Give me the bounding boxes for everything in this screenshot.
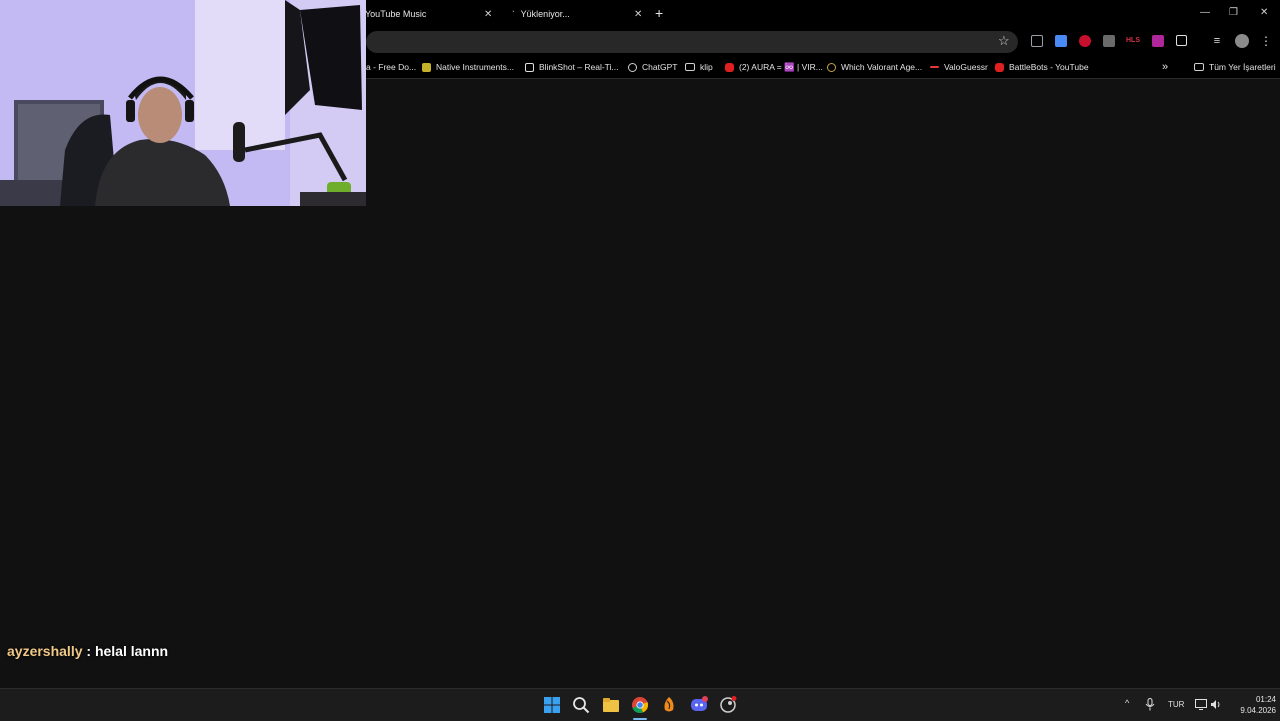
volume-icon[interactable] [1210, 699, 1222, 710]
tab-label: YouTube Music [365, 9, 427, 19]
media-icon[interactable]: ≡ [1211, 35, 1223, 47]
chat-username: ayzershally [7, 643, 83, 659]
search-icon[interactable] [572, 696, 590, 714]
folder-icon [1194, 63, 1204, 71]
all-bookmarks-button[interactable]: Tüm Yer İşaretleri [1194, 60, 1276, 74]
bookmark-label: a - Free Do... [366, 62, 417, 72]
fl-studio-icon[interactable] [660, 696, 678, 714]
bookmark-label: Native Instruments... [436, 62, 514, 72]
tab-youtube-music[interactable]: YouTube Music ✕ [365, 0, 500, 28]
new-tab-button[interactable]: + [655, 6, 663, 20]
bookmark-battlebots[interactable]: BattleBots - YouTube [995, 60, 1089, 74]
bookmark-klip[interactable]: klip [685, 60, 713, 74]
chrome-icon[interactable] [631, 696, 649, 714]
loading-spinner-icon: ˋ [512, 9, 515, 19]
all-bookmarks-label: Tüm Yer İşaretleri [1209, 62, 1276, 72]
minimize-button[interactable]: — [1200, 7, 1210, 18]
profile-avatar-icon[interactable] [1235, 34, 1249, 48]
ni-icon [422, 62, 431, 72]
restore-button[interactable]: ❐ [1229, 7, 1238, 18]
taskbar: ^ TUR 01:24 9.04.2026 [0, 688, 1280, 721]
tab-label: Yükleniyor... [520, 9, 570, 19]
close-icon[interactable]: ✕ [634, 9, 642, 20]
bookmark-blinkshot[interactable]: BlinkShot – Real-Ti... [525, 60, 619, 74]
file-explorer-icon[interactable] [602, 696, 620, 714]
system-clock[interactable]: 01:24 9.04.2026 [1228, 694, 1276, 716]
bookmark-valoguessr[interactable]: ValoGuessr [930, 60, 988, 74]
bookmarks-overflow-button[interactable]: » [1162, 60, 1168, 74]
screen-icon[interactable] [1031, 35, 1043, 47]
microphone-icon[interactable] [1145, 698, 1155, 711]
chat-message: ayzershally : helal lannn [7, 643, 168, 659]
discord-icon[interactable] [690, 696, 708, 714]
windows-start-icon[interactable] [543, 696, 561, 714]
valorant-icon [827, 62, 836, 72]
block-icon[interactable] [1079, 35, 1091, 47]
chat-text: helal lannn [94, 643, 169, 659]
chat-separator: : [82, 643, 95, 659]
folder-icon [685, 63, 695, 71]
network-icon[interactable] [1195, 699, 1207, 710]
bookmark-label: BattleBots - YouTube [1009, 62, 1089, 72]
bookmark-aura[interactable]: (2) AURA = ♾️ | VIR... [725, 60, 823, 74]
steam-icon[interactable] [719, 696, 737, 714]
bookmark-label: Which Valorant Age... [841, 62, 923, 72]
clock-date: 9.04.2026 [1240, 706, 1276, 715]
bookmark-free-do[interactable]: a - Free Do... [366, 60, 416, 74]
youtube-icon [995, 62, 1004, 72]
address-bar[interactable] [366, 31, 1018, 53]
menu-icon[interactable]: ⋮ [1260, 35, 1272, 47]
blinkshot-icon [525, 62, 534, 72]
bookmark-label: BlinkShot – Real-Ti... [539, 62, 619, 72]
hls-icon[interactable]: HLS [1124, 35, 1142, 47]
bookmark-chatgpt[interactable]: ChatGPT [628, 60, 677, 74]
bookmark-label: klip [700, 62, 713, 72]
bookmark-label: (2) AURA = ♾️ | VIR... [739, 61, 823, 72]
tab-loading[interactable]: ˋ Yükleniyor... ✕ [512, 0, 647, 28]
tray-chevron-icon[interactable]: ^ [1125, 698, 1129, 708]
translate-icon[interactable] [1055, 35, 1067, 47]
language-indicator[interactable]: TUR [1168, 700, 1184, 709]
youtube-icon [725, 62, 734, 72]
bookmark-which-valorant[interactable]: Which Valorant Age... [827, 60, 922, 74]
bookmark-star-icon[interactable]: ☆ [998, 33, 1010, 49]
close-icon[interactable]: ✕ [484, 9, 492, 20]
download-icon[interactable] [1103, 35, 1115, 47]
clock-time: 01:24 [1255, 695, 1276, 704]
webcam-image [0, 0, 366, 206]
bookmark-native-instruments[interactable]: Native Instruments... [422, 60, 514, 74]
close-window-button[interactable]: ✕ [1260, 7, 1268, 18]
webcam-overlay [0, 0, 366, 206]
bookmark-label: ValoGuessr [944, 62, 988, 72]
bookmark-label: ChatGPT [642, 62, 678, 72]
ext-purple-icon[interactable] [1152, 35, 1164, 47]
chatgpt-icon [628, 62, 637, 72]
puzzle-icon[interactable] [1176, 35, 1187, 46]
valoguessr-icon [930, 66, 939, 68]
